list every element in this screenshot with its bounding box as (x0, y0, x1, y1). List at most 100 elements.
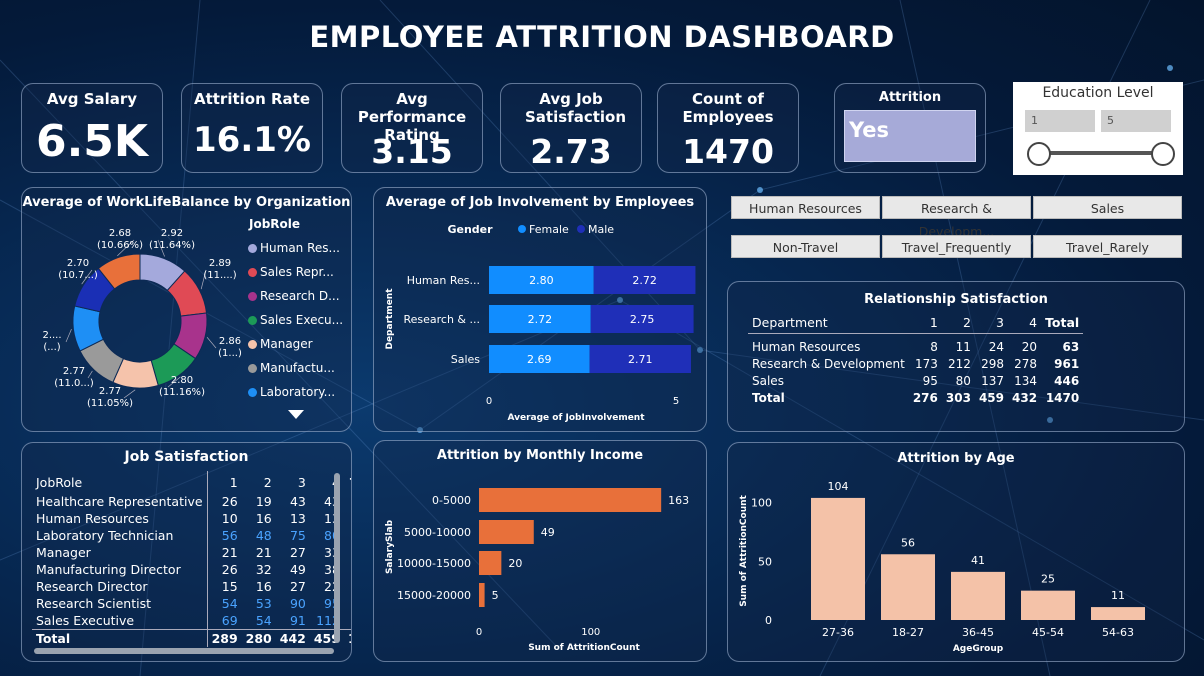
travel-button-non-travel[interactable]: Non-Travel (731, 235, 880, 258)
cell-value: 20 (1021, 339, 1038, 354)
job-involvement-chart[interactable]: Gender Female Male Human Res... 2.80 2.72 Rese… (374, 188, 706, 431)
education-slider-min-handle[interactable] (1027, 142, 1051, 166)
legend-dot (248, 267, 257, 277)
kpi-avg-job-satisfaction[interactable]: Avg Job Satisfaction 2.73 (500, 83, 642, 173)
x-axis-title: Average of JobInvolvement (507, 413, 645, 423)
slice-value-label: 2.77 (63, 366, 85, 377)
age-bar[interactable] (951, 571, 1005, 620)
row-label: JobRole (36, 474, 83, 490)
leader-line (65, 328, 72, 343)
slice-value-label: 2.68 (109, 228, 131, 239)
cell-value: 27 (289, 545, 306, 560)
legend-dot (248, 315, 257, 325)
kpi-value: 16.1% (193, 120, 311, 160)
job-satisfaction-panel: Job Satisfaction JobRole1234ToHealthcare… (21, 442, 352, 662)
attrition-slicer-value[interactable]: Yes (844, 110, 976, 162)
kpi-count-employees[interactable]: Count of Employees 1470 (657, 83, 799, 173)
y-tick-label: 0 (765, 614, 772, 627)
legend-item[interactable]: Sales Execu... (248, 308, 348, 332)
y-axis-title: Sum of AttritionCount (739, 494, 749, 606)
cell-value: 75 (289, 528, 306, 543)
cell-value: 1 (908, 311, 942, 334)
kpi-value: 2.73 (530, 132, 612, 171)
kpi-avg-salary[interactable]: Avg Salary 6.5K (21, 83, 163, 173)
income-bar[interactable] (479, 583, 485, 607)
cell-value: 3 (344, 612, 351, 630)
travel-button-frequently[interactable]: Travel_Frequently (882, 235, 1031, 258)
category-label: 0-5000 (432, 494, 471, 507)
bar-value-label: 104 (828, 480, 849, 493)
education-slider-max-handle[interactable] (1151, 142, 1175, 166)
table-row: Healthcare Representative261943431 (32, 493, 351, 510)
age-bar[interactable] (1021, 590, 1075, 620)
attrition-income-chart[interactable]: 0-5000 163 5000-10000 49 10000-15000 20 15000-… (374, 441, 706, 661)
vertical-scrollbar[interactable] (334, 473, 340, 643)
slice-pct-label: (11.16%) (159, 387, 205, 398)
legend-dot (248, 339, 257, 349)
legend-item[interactable]: Manager (248, 332, 348, 356)
cell-value: 303 (945, 390, 971, 405)
legend-item[interactable]: Sales Repr... (248, 260, 348, 284)
category-label: 54-63 (1102, 626, 1134, 639)
legend-item[interactable]: Manufactu... (248, 356, 348, 380)
horizontal-scrollbar[interactable] (34, 648, 334, 654)
panel-title: Job Satisfaction (124, 449, 249, 465)
income-bar[interactable] (479, 488, 662, 512)
category-label: 36-45 (962, 626, 994, 639)
leader-line (87, 370, 93, 379)
male-value-label: 2.71 (628, 353, 653, 366)
leader-line (206, 337, 217, 349)
cell-value: 63 (1062, 339, 1080, 354)
row-label: Manager (36, 545, 91, 560)
education-level-slicer[interactable]: Education Level 1 5 (1013, 82, 1183, 175)
legend-label: Human Res... (260, 241, 340, 255)
dept-button-rnd[interactable]: Research & Developm... (882, 196, 1031, 239)
education-min-input[interactable]: 1 (1025, 110, 1095, 132)
bar-value-label: 5 (492, 589, 499, 602)
age-bar[interactable] (811, 497, 865, 620)
x-tick-label: 0 (476, 627, 482, 638)
attrition-age-chart[interactable]: 104 27-36 56 18-27 41 36-45 25 45-54 11 54-63 0 50 1… (728, 443, 1184, 661)
dept-button-hr[interactable]: Human Resources (731, 196, 880, 219)
legend-label: Research D... (260, 289, 340, 303)
legend-label: Manager (260, 337, 313, 351)
y-tick-label: 50 (758, 555, 772, 568)
cell-value: 24 (988, 339, 1004, 354)
legend-dot-male (577, 225, 585, 233)
travel-button-rarely[interactable]: Travel_Rarely (1033, 235, 1182, 258)
cell-value: 13 (289, 511, 306, 526)
slice-pct-label: (11.64%) (149, 240, 195, 251)
legend-item[interactable]: Laboratory... (248, 380, 348, 404)
slice-value-label: 2.70 (67, 258, 89, 269)
bar-value-label: 20 (508, 557, 522, 570)
cell-value: 212 (948, 356, 971, 371)
education-max-input[interactable]: 5 (1101, 110, 1171, 132)
slice-value-label: 2.92 (161, 228, 183, 239)
legend-scroll-down-icon[interactable] (288, 410, 304, 419)
age-bar[interactable] (1091, 607, 1145, 620)
cell-value: 2 (263, 474, 272, 490)
legend-item[interactable]: Human Res... (248, 236, 348, 260)
kpi-avg-performance[interactable]: Avg Performance Rating 3.15 (341, 83, 483, 173)
slice-pct-label: (10.66%) (97, 240, 143, 251)
row-label: Total (752, 390, 785, 405)
slice-pct-label: (10.7...) (58, 270, 98, 281)
kpi-attrition-rate[interactable]: Attrition Rate 16.1% (181, 83, 323, 173)
legend-label-male: Male (588, 223, 614, 236)
cell-value: 173 (914, 356, 938, 371)
legend-label: Sales Repr... (260, 265, 334, 279)
row-label: Sales Executive (36, 613, 135, 628)
age-bar[interactable] (881, 554, 935, 620)
income-bar[interactable] (479, 520, 534, 544)
dept-button-sales[interactable]: Sales (1033, 196, 1182, 219)
income-bar[interactable] (479, 551, 502, 575)
bar-value-label: 11 (1111, 589, 1125, 602)
kpi-label: Count of Employees (682, 90, 774, 126)
cell-value: 2 (344, 595, 351, 612)
education-slider-track[interactable] (1039, 151, 1163, 155)
job-involvement-panel: Average of Job Involvement by Employees … (373, 187, 707, 432)
cell-value: 14 (344, 630, 351, 648)
attrition-slicer[interactable]: Attrition Yes (834, 83, 986, 173)
slice-value-label: 2.86 (219, 336, 241, 347)
legend-item[interactable]: Research D... (248, 284, 348, 308)
